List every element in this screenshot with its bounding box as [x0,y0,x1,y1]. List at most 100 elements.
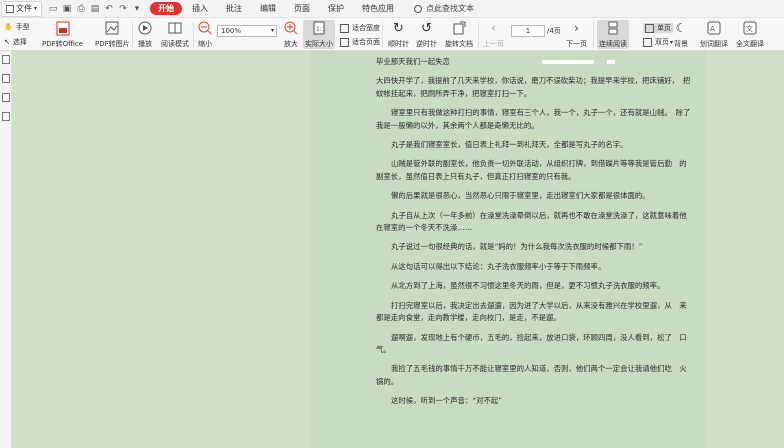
double-page-label: 双页 [655,38,669,46]
paragraph: 丸子是我们寝室室长，值日表上礼拜一到礼拜天，全都是写丸子的名字。 [391,140,628,150]
cursor-icon: ↖ [4,38,10,46]
rotate-clockwise-button[interactable]: ↻ 顺时针 [388,20,409,49]
read-mode-button[interactable]: 阅读模式 [161,20,189,49]
zoom-in-button[interactable]: 放大 [283,20,299,49]
pdf-to-image-button[interactable]: PDF转图片 [95,20,130,49]
rotate-cw-label: 顺时针 [388,40,409,48]
customize-chevron-icon[interactable]: ▾ [130,2,144,16]
document-title: 毕业那天我们一起失恋 [376,57,450,66]
rotate-ccw-label: 逆时针 [416,40,437,48]
attachment-icon[interactable] [1,112,10,121]
hand-tool-label: 手型 [15,23,30,31]
play-button[interactable]: 播放 [137,20,153,49]
fit-width-icon [340,23,349,33]
zoom-out-icon [197,20,213,36]
menu-bar: 文件 ▾ ▭ ▣ ⎙ ▤ ↶ ↷ ▾ 开始 插入 批注 编辑 页面 保护 特色应… [0,0,784,18]
zoom-in-label: 放大 [284,40,298,48]
svg-text:文: 文 [746,24,753,33]
chevron-right-icon: › [574,21,579,35]
fit-page-label: 适合页面 [352,38,380,46]
redaction-mark [542,60,595,64]
full-translate-icon: 文 [742,20,758,36]
fit-page-button[interactable]: 适合页面 [340,37,380,47]
redo-icon[interactable]: ↷ [116,2,130,16]
tab-home[interactable]: 开始 [150,2,183,15]
search-icon [414,4,423,13]
save-icon[interactable]: ▣ [60,2,74,16]
annotation-icon[interactable] [1,93,10,102]
divider [193,22,194,48]
single-page-icon [645,23,654,33]
chevron-down-icon: ▾ [34,5,38,12]
paragraph: 山贼是管外联的副室长，他负责一切外联活动，从组织打牌，到借碟片等等我是管后勤 的… [376,159,687,181]
divider [593,22,594,48]
print-preview-icon[interactable]: ▤ [88,2,102,16]
single-page-button[interactable]: 单页 [643,23,673,33]
find-text-label: 点此查找文本 [426,4,475,13]
paragraph: 这时候，听到一个声音：“对不起” [391,396,503,406]
rotate-counterclockwise-button[interactable]: ↺ 逆时针 [416,20,437,49]
prev-page-label: 上一页 [483,40,504,48]
paragraph: 丸子自从上次（一年多前）在澡堂洗澡晕倒以后，就再也不敢在澡堂洗澡了，这就意味着他… [376,210,687,233]
word-translate-button[interactable]: A 划词翻译 [700,20,728,49]
tab-features[interactable]: 特色应用 [354,2,402,15]
tab-protect[interactable]: 保护 [320,2,352,15]
svg-text:1:1: 1:1 [316,26,325,33]
ribbon-toolbar: ✋ 手型 ↖ 选择 PDF转Office PDF转图片 播放 阅读模式 缩小 1… [0,18,784,51]
paragraph: 寝室里只有我做这种打扫的事情，寝室有三个人，我一个，丸子一个，还有就是山贼。 除… [376,108,691,130]
tab-edit[interactable]: 编辑 [252,2,284,15]
pdf-convert-icon [55,20,71,36]
divider [132,22,133,48]
page-total: /4页 [547,27,561,35]
rotate-ccw-icon: ↺ [421,20,432,36]
divider [382,22,383,48]
file-menu-button[interactable]: 文件 ▾ [1,0,43,17]
continuous-read-button[interactable]: 连续阅读 [597,20,629,49]
bookmark-icon[interactable] [1,74,10,83]
tab-insert[interactable]: 插入 [184,2,216,15]
full-translate-button[interactable]: 文 全文翻译 [736,20,764,49]
zoom-level-select[interactable]: 100% ▾ [217,25,277,37]
document-viewport[interactable]: 毕业那天我们一起失恋 大四快开学了，我提前了几天来学校，你话说，磨刀不误砍柴功；… [13,51,784,448]
pdf-to-office-button[interactable]: PDF转Office [42,20,83,49]
page-number-input[interactable]: 1 [511,25,545,37]
thumbnail-icon[interactable] [1,55,10,64]
fit-page-icon [340,37,349,47]
open-folder-icon[interactable]: ▭ [46,2,60,16]
actual-size-icon: 1:1 [311,20,327,36]
zoom-out-button[interactable]: 缩小 [197,20,213,49]
actual-size-button[interactable]: 1:1 实际大小 [303,20,335,49]
prev-page-button[interactable]: ‹ 上一页 [483,20,504,49]
find-text-button[interactable]: 点此查找文本 [414,3,474,14]
select-tool-label: 选择 [12,38,27,46]
background-label: 背景 [674,40,688,48]
double-page-icon [643,37,652,47]
rotate-doc-icon [451,20,467,36]
next-page-button[interactable]: › 下一页 [566,20,587,49]
chevron-down-icon: ▾ [270,27,274,34]
single-page-label: 单页 [657,24,671,32]
print-icon[interactable]: ⎙ [74,2,88,16]
hand-tool-button[interactable]: ✋ 手型 [4,22,30,32]
double-page-button[interactable]: 双页 ▾ [643,37,673,47]
chevron-left-icon: ‹ [491,21,496,35]
read-mode-label: 阅读模式 [161,40,189,48]
rotate-doc-label: 旋转文档 [445,40,473,48]
paragraph: 丸子说过一句很经典的话，就是“妈的！为什么我每次洗衣服的时候都下雨！” [391,242,643,252]
word-translate-label: 划词翻译 [700,40,728,48]
zoom-out-label: 缩小 [198,40,212,48]
fit-width-button[interactable]: 适合宽度 [340,23,380,33]
document-page: 毕业那天我们一起失恋 大四快开学了，我提前了几天来学校，你话说，磨刀不误砍柴功；… [310,51,706,448]
divider [478,22,479,48]
ribbon-tabs: 开始 插入 批注 编辑 页面 保护 特色应用 [150,2,404,15]
tab-annotate[interactable]: 批注 [218,2,250,15]
page-number-value: 1 [525,27,531,35]
undo-icon[interactable]: ↶ [102,2,116,16]
background-button[interactable]: ☾ 背景 [673,20,689,49]
tab-page[interactable]: 页面 [286,2,318,15]
select-tool-button[interactable]: ↖ 选择 [4,37,27,47]
pdf-to-image-label: PDF转图片 [95,40,130,48]
rotate-document-button[interactable]: 旋转文档 [445,20,473,49]
zoom-in-icon [283,20,299,36]
pdf-to-office-label: PDF转Office [42,40,84,48]
